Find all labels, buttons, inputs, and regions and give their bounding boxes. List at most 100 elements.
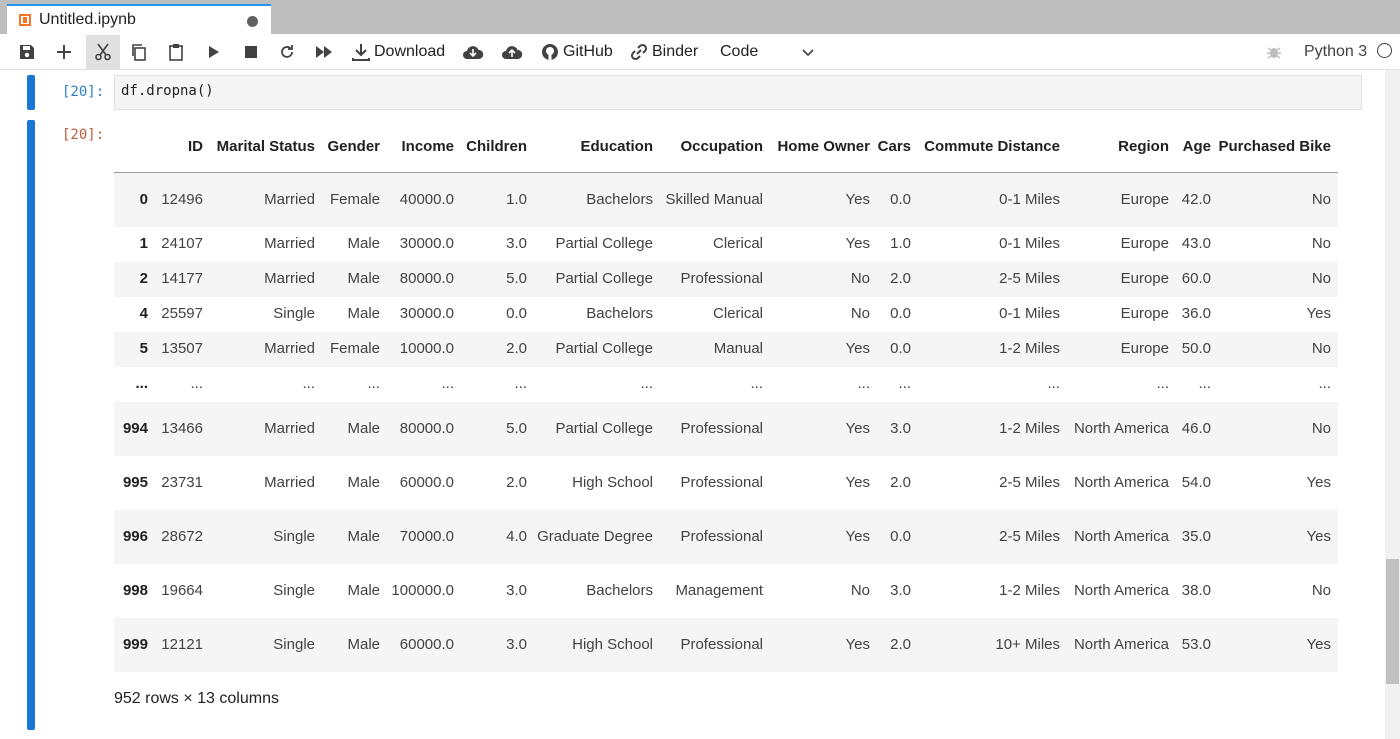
table-cell: 10000.0 (399, 340, 454, 357)
table-cell: North America (1073, 635, 1169, 653)
table-cell: Married (264, 235, 315, 252)
cell-type-select[interactable]: Code (720, 35, 820, 69)
dataframe-shape-text: 952 rows × 13 columns (114, 690, 279, 707)
cloud-upload-button[interactable] (501, 35, 523, 69)
run-cell-button[interactable] (208, 35, 220, 69)
table-row: 998 19664 Single Male 100000.0 3.0 Bachelors Ma… (114, 563, 1338, 618)
table-cell: 2.0 (890, 473, 911, 491)
table-cell: Female (329, 190, 380, 208)
save-icon (20, 45, 34, 59)
download-button[interactable]: Download (352, 35, 445, 69)
table-cell: 53.0 (1181, 635, 1211, 653)
tab-notebook[interactable]: Untitled.ipynb (7, 4, 271, 35)
table-row: 995 23731 Married Male 60000.0 2.0 High School… (114, 455, 1338, 510)
github-icon (542, 44, 558, 60)
github-button[interactable]: GitHub (541, 35, 613, 69)
table-cell: Professional (680, 527, 763, 545)
table-cell: Yes (845, 419, 870, 437)
table-cell: Yes (845, 473, 870, 491)
table-cell: Europe (1120, 270, 1169, 287)
row-index: ... (135, 375, 148, 392)
table-cell: 0.0 (890, 190, 911, 208)
copy-icon (132, 44, 146, 61)
chevron-down-icon (802, 49, 814, 57)
table-cell: 3.0 (890, 581, 911, 599)
table-cell: Professional (680, 270, 763, 287)
table-cell: Male (347, 235, 380, 252)
table-cell: Single (273, 305, 315, 322)
table-cell: Clerical (712, 305, 763, 322)
table-cell: 14177 (161, 270, 203, 287)
table-cell: ... (1198, 375, 1211, 392)
paste-cell-button[interactable] (167, 35, 185, 69)
notebook-toolbar: Download GitHub Binder Code Python 3 (0, 35, 1400, 70)
binder-button[interactable]: Binder (630, 35, 698, 69)
column-header: Purchased Bike (1218, 121, 1338, 173)
table-cell: Yes (1306, 473, 1331, 491)
row-index: 1 (139, 235, 148, 252)
table-cell: 3.0 (890, 419, 911, 437)
table-cell: Yes (1306, 305, 1331, 322)
table-cell: 2-5 Miles (999, 270, 1060, 287)
save-button[interactable] (18, 35, 36, 69)
table-cell: 100000.0 (391, 581, 454, 599)
table-cell: Male (347, 270, 380, 287)
binder-label: Binder (652, 43, 699, 60)
table-cell: ... (1047, 375, 1060, 392)
kernel-name[interactable]: Python 3 (1304, 35, 1367, 69)
table-row: 999 12121 Single Male 60000.0 3.0 High School P… (114, 617, 1338, 672)
notebook-icon (19, 14, 31, 26)
interrupt-kernel-button[interactable] (245, 35, 257, 69)
column-header: Education (534, 121, 660, 173)
table-cell: 0-1 Miles (999, 235, 1060, 252)
cell-collapser-input[interactable] (27, 75, 35, 110)
table-cell: Married (264, 270, 315, 287)
table-row: 5 13507 Married Female 10000.0 2.0 Partial Col… (114, 331, 1338, 367)
table-cell: ... (1156, 375, 1169, 392)
cell-collapser-output[interactable] (27, 120, 35, 730)
table-cell: Partial College (555, 340, 653, 357)
code-editor[interactable] (114, 75, 1362, 110)
table-cell: 40000.0 (399, 190, 454, 208)
table-cell: No (1311, 190, 1331, 208)
output-prompt: [20]: (62, 127, 105, 143)
table-cell: Partial College (555, 235, 653, 252)
restart-kernel-button[interactable] (279, 35, 295, 69)
table-cell: 3.0 (506, 581, 527, 599)
plus-icon (57, 45, 71, 59)
table-cell: 60000.0 (399, 473, 454, 491)
download-label: Download (374, 43, 446, 60)
table-cell: 24107 (161, 235, 203, 252)
download-icon (352, 44, 370, 61)
table-cell: 30000.0 (399, 305, 454, 322)
insert-cell-button[interactable] (56, 35, 72, 69)
table-cell: Male (347, 419, 380, 437)
table-cell: 3.0 (506, 635, 527, 653)
debugger-button[interactable] (1266, 35, 1282, 69)
table-cell: ... (514, 375, 527, 392)
table-cell: 12121 (161, 635, 203, 653)
input-prompt: [20]: (62, 84, 105, 100)
copy-cell-button[interactable] (130, 35, 148, 69)
table-cell: 42.0 (1181, 190, 1211, 208)
table-cell: Yes (845, 635, 870, 653)
table-cell: Married (264, 473, 315, 491)
table-cell: ... (302, 375, 315, 392)
table-cell: 5.0 (506, 270, 527, 287)
cell-type-value: Code (720, 43, 759, 60)
github-label: GitHub (563, 43, 613, 60)
scrollbar-thumb[interactable] (1386, 559, 1399, 684)
cut-cell-button[interactable] (86, 35, 120, 69)
scissors-icon (95, 43, 111, 61)
cloud-download-button[interactable] (462, 35, 484, 69)
column-header: ID (155, 121, 210, 173)
table-cell: No (850, 581, 870, 599)
unsaved-dot-icon[interactable] (247, 16, 258, 27)
column-header: Home Owner (770, 121, 877, 173)
run-all-button[interactable] (316, 35, 332, 69)
row-index: 996 (122, 527, 148, 545)
play-icon (209, 46, 219, 58)
table-cell: North America (1073, 419, 1169, 437)
table-row: 4 25597 Single Male 30000.0 0.0 Bachelors Cleri… (114, 296, 1338, 332)
column-header: Gender (322, 121, 387, 173)
